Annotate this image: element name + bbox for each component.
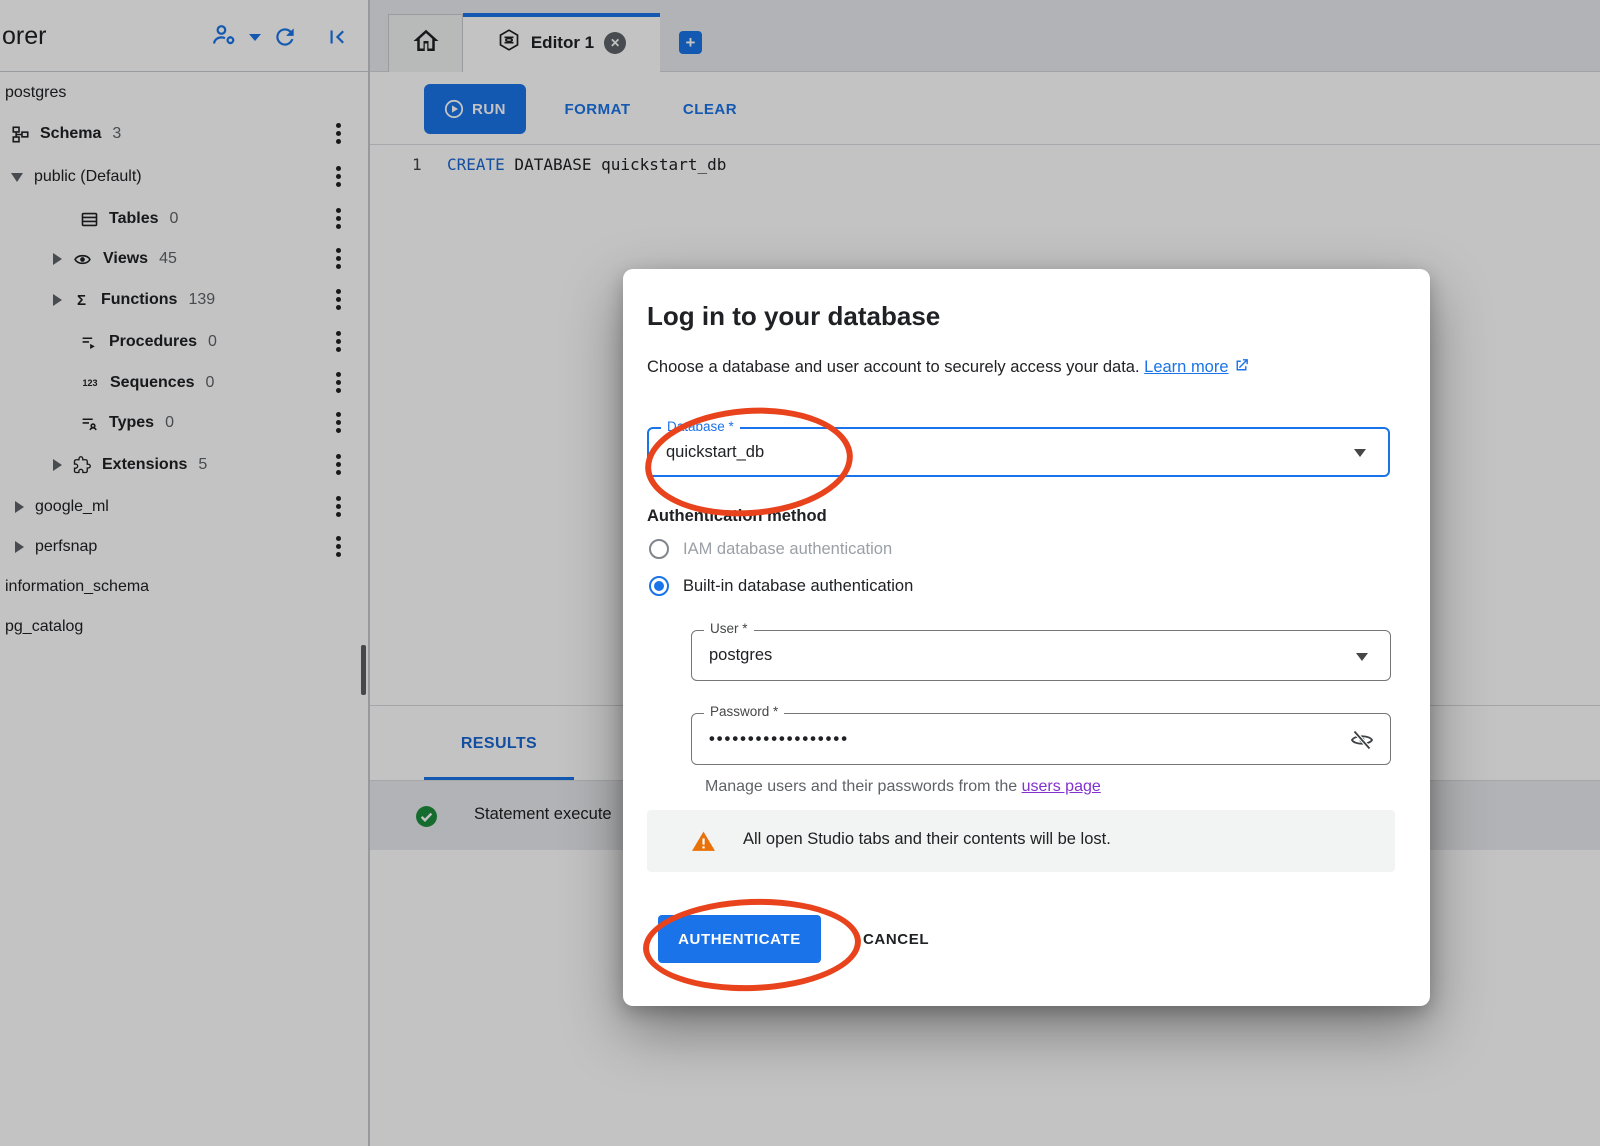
users-page-link[interactable]: users page (1022, 778, 1101, 795)
dialog-subtitle-text: Choose a database and user account to se… (647, 358, 1140, 376)
cancel-button[interactable]: CANCEL (847, 915, 945, 963)
user-select[interactable]: User * postgres (691, 630, 1391, 681)
login-dialog: Log in to your database Choose a databas… (623, 269, 1430, 1006)
auth-method-label: Authentication method (647, 507, 827, 526)
visibility-off-icon[interactable] (1350, 728, 1374, 757)
warning-triangle-icon (691, 829, 716, 859)
learn-more-link[interactable]: Learn more (1144, 358, 1228, 376)
password-helper-text: Manage users and their passwords from th… (705, 778, 1101, 796)
authenticate-button[interactable]: AUTHENTICATE (658, 915, 821, 963)
app-window: orer postgres (0, 0, 1600, 1146)
dialog-subtitle: Choose a database and user account to se… (647, 357, 1250, 379)
database-select-value: quickstart_db (666, 429, 764, 475)
dialog-title: Log in to your database (647, 301, 940, 332)
password-field-value: •••••••••••••••••• (709, 714, 849, 764)
radio-builtin-label: Built-in database authentication (683, 577, 913, 596)
user-select-value: postgres (709, 631, 772, 680)
warning-text: All open Studio tabs and their contents … (743, 830, 1111, 849)
warning-banner: All open Studio tabs and their contents … (647, 810, 1395, 872)
radio-iam-auth[interactable]: IAM database authentication (649, 537, 892, 561)
radio-unselected-icon[interactable] (649, 539, 669, 559)
password-field[interactable]: Password * •••••••••••••••••• (691, 713, 1391, 765)
radio-iam-label: IAM database authentication (683, 540, 892, 559)
database-select[interactable]: Database * quickstart_db (647, 427, 1390, 477)
radio-builtin-auth[interactable]: Built-in database authentication (649, 574, 913, 598)
external-link-icon (1233, 357, 1250, 379)
dropdown-caret-icon[interactable] (1354, 449, 1366, 457)
radio-selected-icon[interactable] (649, 576, 669, 596)
dropdown-caret-icon[interactable] (1356, 653, 1368, 661)
password-helper-prefix: Manage users and their passwords from th… (705, 778, 1022, 795)
